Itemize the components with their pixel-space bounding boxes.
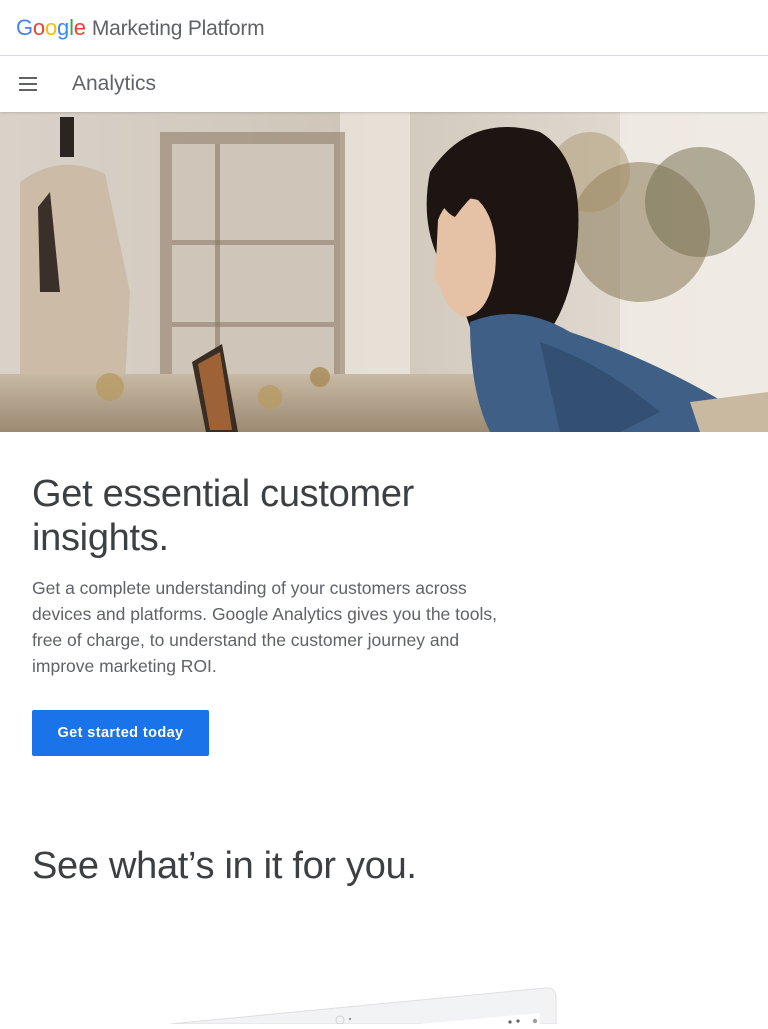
hero-description: Get a complete understanding of your cus…: [32, 578, 497, 676]
logo-letter-o1: o: [32, 14, 45, 40]
get-started-button[interactable]: Get started today: [32, 710, 209, 756]
hero-headline: Get essential customer insights.: [32, 473, 415, 559]
logo-letter-g1: G: [16, 14, 33, 40]
logo-letter-o2: o: [44, 14, 58, 40]
section-title: See what’s in it for you.: [32, 845, 417, 887]
nav-product-title[interactable]: Analytics: [72, 72, 156, 96]
logo-letter-g2: g: [57, 14, 70, 40]
hero-image: [0, 112, 768, 432]
brand-product-name: Marketing Platform: [91, 16, 265, 40]
device-illustration: [0, 980, 768, 1025]
tablet-illustration: [169, 987, 557, 1025]
hamburger-menu-button[interactable]: [8, 64, 48, 104]
google-marketing-platform-logo[interactable]: Google Marketing Platform: [16, 14, 265, 41]
logo-letter-e: e: [73, 14, 86, 40]
hamburger-menu-icon: [19, 77, 37, 91]
product-nav-bar: Analytics: [0, 56, 768, 112]
hero-photo: [0, 112, 768, 432]
top-brand-bar: Google Marketing Platform: [0, 0, 768, 56]
